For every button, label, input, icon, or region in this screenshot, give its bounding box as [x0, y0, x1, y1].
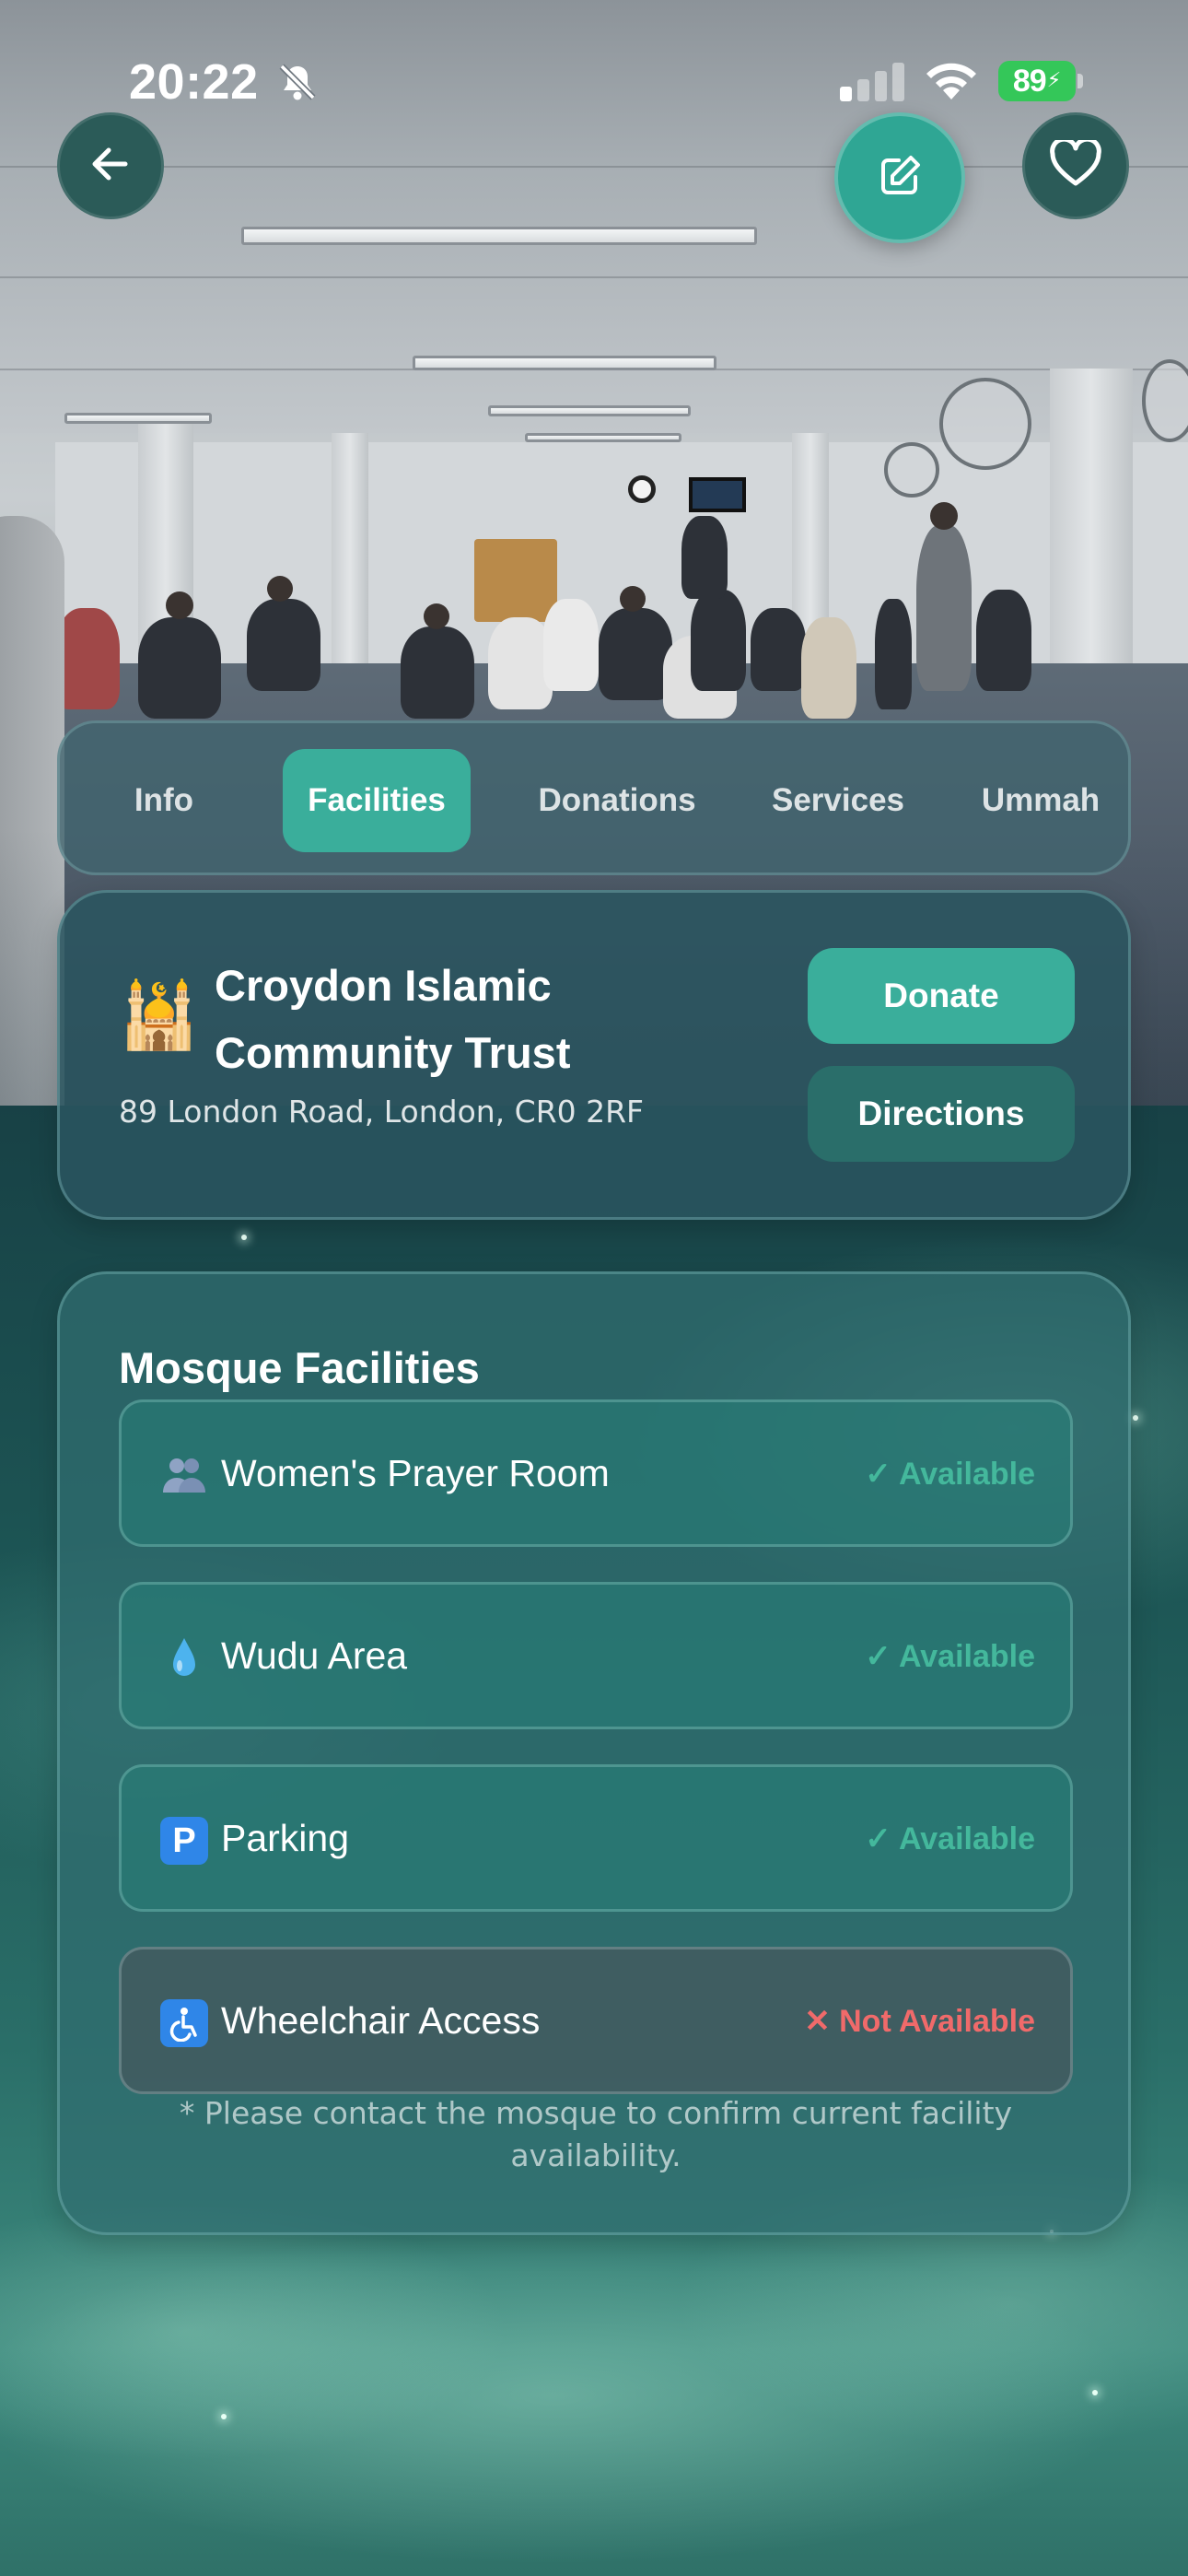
facilities-card: Mosque Facilities Women's Prayer Room ✓ … [57, 1271, 1131, 2235]
tab-bar: Info Facilities Donations Services Ummah [57, 720, 1131, 875]
mosque-address: 89 London Road, London, CR0 2RF [119, 1094, 645, 1130]
star-decoration [1133, 1415, 1138, 1421]
mosque-name-line1: Croydon Islamic [215, 961, 552, 1010]
wifi-icon [923, 59, 980, 101]
arrow-left-icon [87, 140, 134, 192]
star-decoration [241, 1235, 247, 1240]
directions-button[interactable]: Directions [808, 1066, 1075, 1162]
status-time: 20:22 [129, 54, 259, 110]
facility-item: Women's Prayer Room ✓ Available [119, 1399, 1073, 1547]
heart-icon [1049, 136, 1102, 192]
facility-label: Parking [221, 1817, 350, 1859]
battery-body: 89 ⚡ [998, 61, 1076, 101]
back-button[interactable] [57, 112, 164, 219]
tab-info[interactable]: Info [86, 749, 242, 852]
wheelchair-icon [158, 1997, 210, 2049]
mosque-info-card: 🕌 Croydon Islamic Community Trust 89 Lon… [57, 890, 1131, 1220]
facility-status: ✓ Available [865, 1639, 1035, 1674]
parking-icon: P [158, 1815, 210, 1867]
tab-donations[interactable]: Donations [502, 749, 732, 852]
silent-mode-icon [276, 61, 319, 103]
star-decoration [221, 2414, 227, 2419]
charging-bolt-icon: ⚡ [1046, 69, 1062, 92]
facility-item: Wheelchair Access ✕ Not Available [119, 1947, 1073, 2094]
facility-item: Wudu Area ✓ Available [119, 1582, 1073, 1729]
facility-label: Women's Prayer Room [221, 1452, 610, 1494]
battery-indicator: 89 ⚡ [998, 61, 1085, 101]
mosque-name-line2: Community Trust [215, 1028, 571, 1077]
facility-label: Wudu Area [221, 1634, 408, 1677]
facility-status: ✕ Not Available [804, 2004, 1035, 2039]
facility-item: P Parking ✓ Available [119, 1764, 1073, 1912]
battery-level: 89 [1012, 63, 1047, 99]
edit-button[interactable] [834, 112, 965, 243]
facility-status: ✓ Available [865, 1821, 1035, 1856]
favorite-button[interactable] [1022, 112, 1129, 219]
star-decoration [1092, 2390, 1098, 2395]
facilities-disclaimer: * Please contact the mosque to confirm c… [179, 2095, 1013, 2173]
women-icon [158, 1450, 210, 1502]
facilities-title: Mosque Facilities [119, 1343, 480, 1392]
status-bar: 20:22 89 ⚡ [0, 0, 1188, 157]
tab-facilities[interactable]: Facilities [283, 749, 471, 852]
mosque-name: Croydon Islamic Community Trust [215, 952, 730, 1086]
mosque-icon: 🕌 [119, 978, 200, 1053]
cellular-signal-icon [840, 63, 906, 101]
edit-icon [877, 153, 923, 203]
tab-ummah[interactable]: Ummah [949, 749, 1133, 852]
facility-status: ✓ Available [865, 1457, 1035, 1492]
droplet-icon [158, 1633, 210, 1684]
donate-button[interactable]: Donate [808, 948, 1075, 1044]
facility-label: Wheelchair Access [221, 1999, 541, 2042]
tab-services[interactable]: Services [737, 749, 939, 852]
